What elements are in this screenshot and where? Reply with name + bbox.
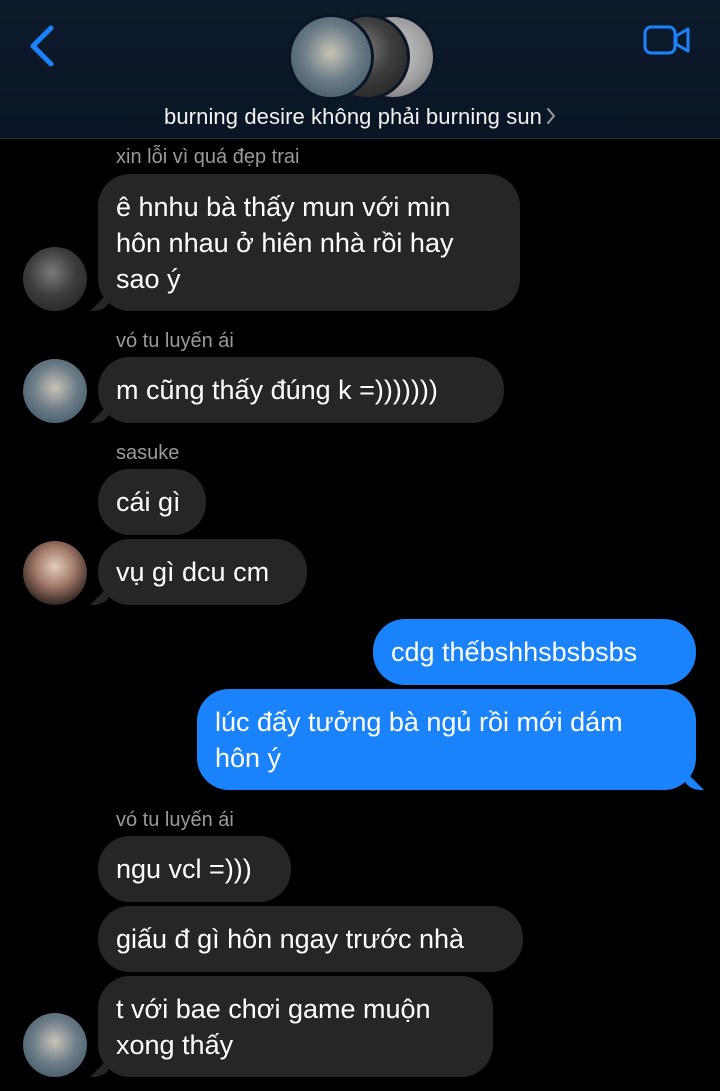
avatar[interactable] (23, 247, 87, 311)
avatar[interactable] (23, 359, 87, 423)
message-bubble[interactable]: ê hnhu bà thấy mun với min hôn nhau ở hi… (98, 174, 520, 311)
video-call-button[interactable] (640, 18, 694, 62)
message-bubble[interactable]: t với bae chơi game muộn xong thấy (98, 976, 493, 1077)
sender-name: sasuke (116, 442, 180, 464)
back-button[interactable] (22, 20, 62, 72)
chevron-right-icon (546, 108, 555, 124)
video-camera-icon (643, 25, 690, 55)
chevron-left-icon (30, 25, 54, 67)
chat-header: burning desire không phải burning sun (0, 0, 720, 139)
avatar[interactable] (23, 1013, 87, 1077)
message-bubble[interactable]: cái gì (98, 469, 206, 535)
sender-name: vó tu luyến ái (116, 809, 234, 831)
group-avatars[interactable] (288, 14, 436, 100)
avatar[interactable] (23, 541, 87, 605)
message-bubble[interactable]: giấu đ gì hôn ngay trước nhà (98, 906, 523, 972)
group-name: burning desire không phải burning sun (164, 104, 542, 129)
group-avatar-1 (288, 14, 374, 100)
message-bubble[interactable]: vụ gì dcu cm (98, 539, 307, 605)
outgoing-message-bubble[interactable]: cdg thếbshhsbsbsbs (373, 619, 696, 685)
message-bubble[interactable]: ngu vcl =))) (98, 836, 291, 902)
message-bubble[interactable]: m cũng thấy đúng k =))))))) (98, 357, 504, 423)
sender-name: vó tu luyến ái (116, 330, 234, 352)
sender-name: xin lỗi vì quá đẹp trai (116, 146, 300, 168)
outgoing-message-bubble[interactable]: lúc đấy tưởng bà ngủ rồi mới dám hôn ý (197, 689, 696, 790)
group-name-button[interactable]: burning desire không phải burning sun (0, 104, 720, 130)
